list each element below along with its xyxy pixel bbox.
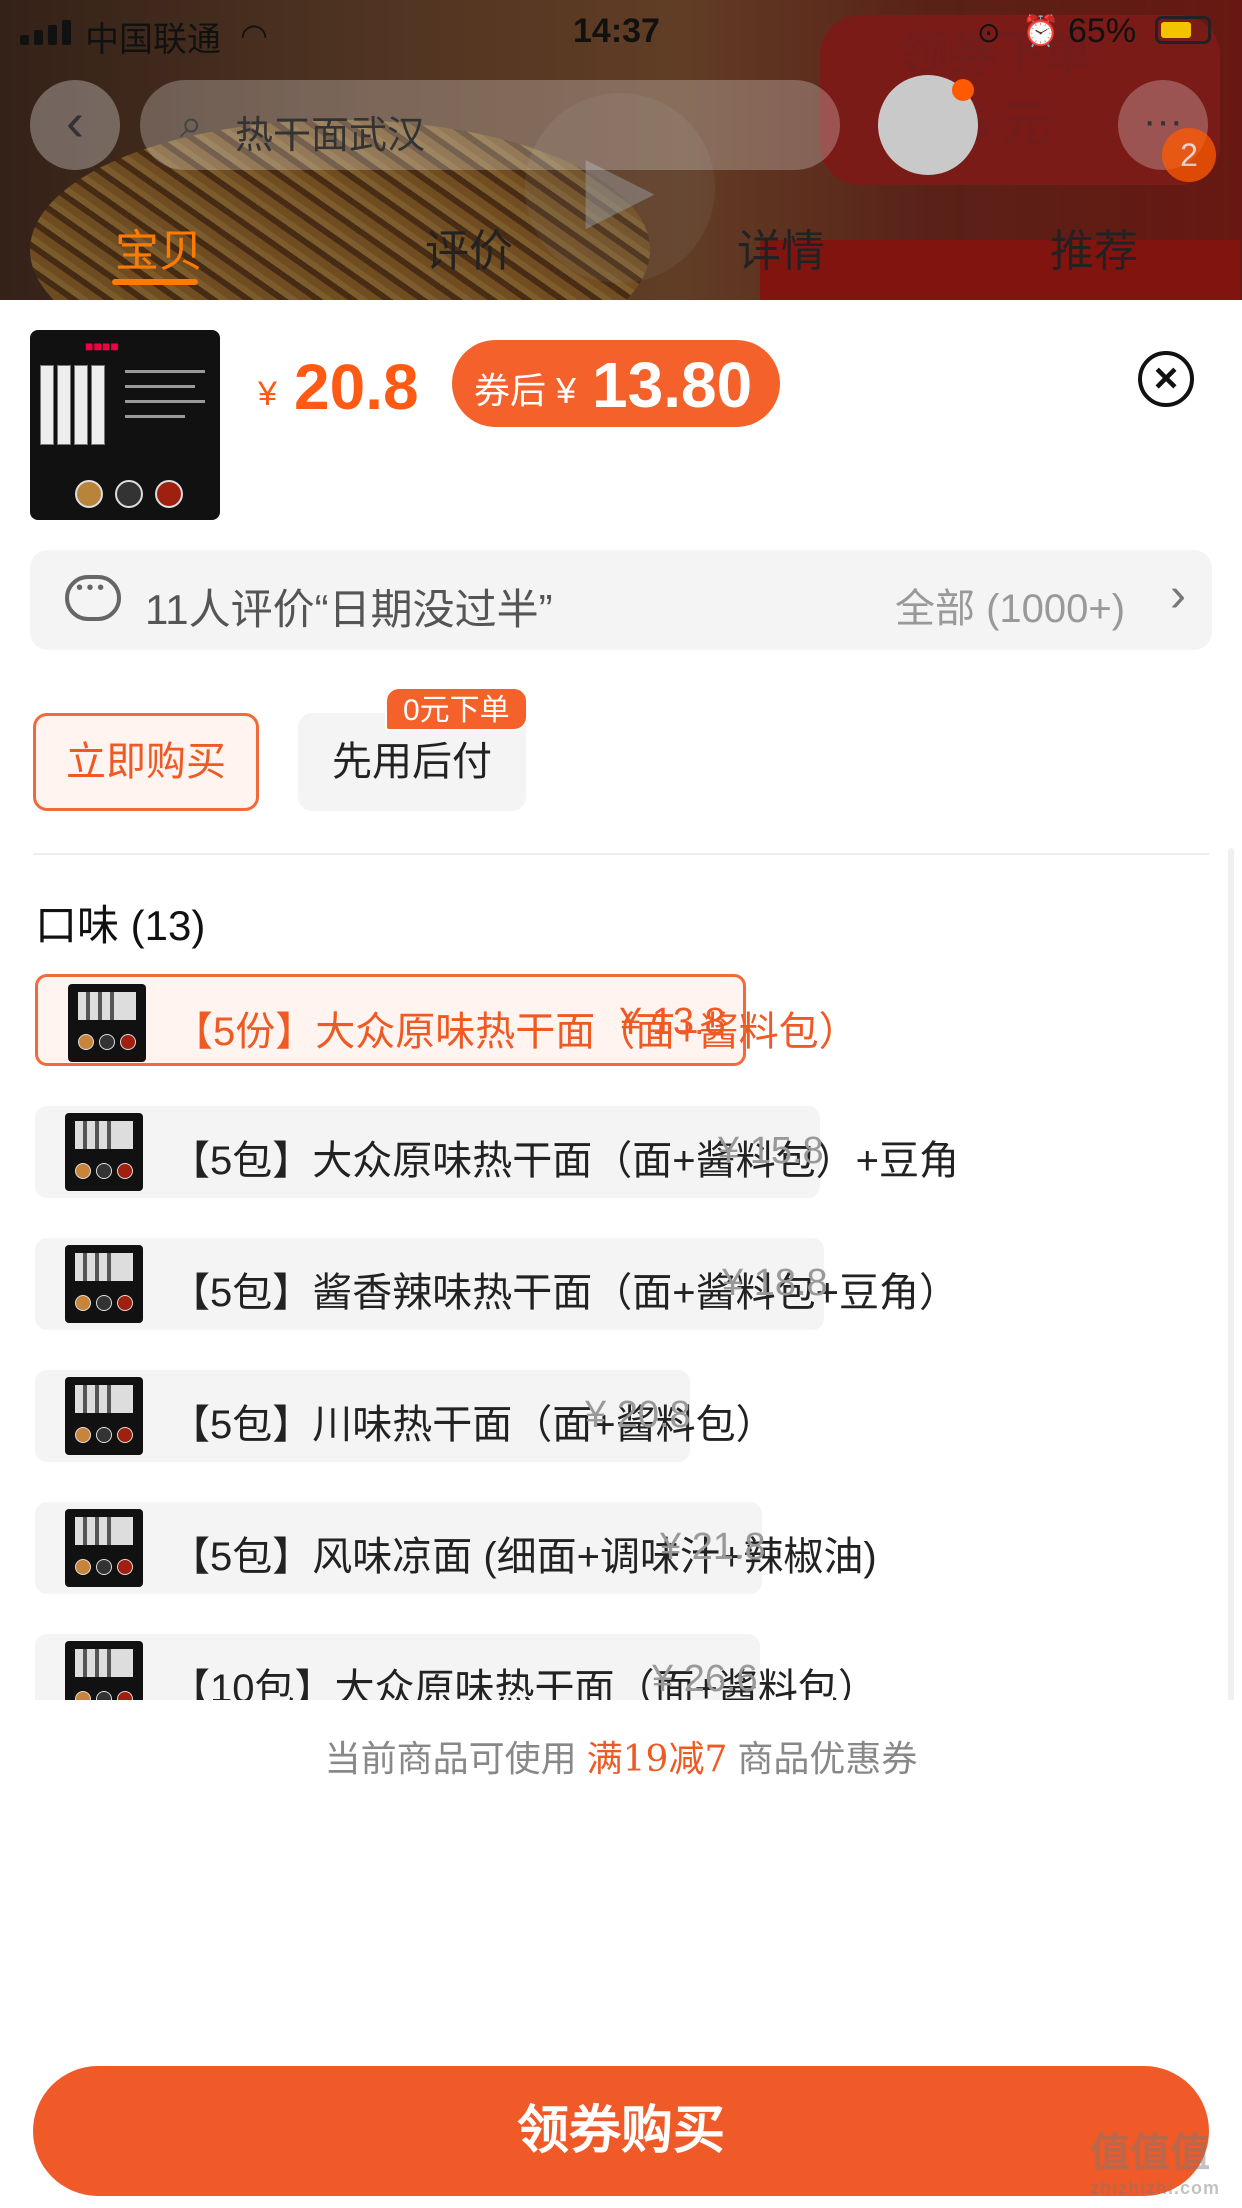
flavor-price: ¥ 21.8 bbox=[660, 1526, 766, 1568]
flavor-option[interactable]: 【5包】大众原味热干面（面+酱料包）+豆角 ¥ 15.8 bbox=[35, 1106, 959, 1198]
flavor-option[interactable]: 【5包】川味热干面（面+酱料包） ¥ 20.8 bbox=[35, 1370, 776, 1462]
assistant-avatar[interactable] bbox=[878, 75, 978, 175]
search-bar[interactable]: ⌕ 热干面武汉 bbox=[140, 80, 840, 170]
thumbnail-bowl bbox=[120, 1034, 136, 1050]
thumbnail-packs bbox=[75, 1253, 133, 1281]
thumbnail-bowl bbox=[75, 1163, 91, 1179]
flavor-name: 【5包】酱香辣味热干面（面+酱料包+豆角） bbox=[170, 1271, 959, 1315]
get-coupon-buy-button[interactable]: 领券购买 bbox=[33, 2066, 1209, 2196]
thumbnail-bowl bbox=[75, 1559, 91, 1575]
battery-icon bbox=[1155, 16, 1211, 44]
tab-reviews[interactable]: 评价 bbox=[425, 215, 513, 279]
coupon-note: 当前商品可使用 满19减7 商品优惠券 bbox=[0, 1730, 1242, 1782]
coupon-note-after: 商品优惠券 bbox=[737, 1738, 918, 1779]
coupon-note-before: 当前商品可使用 bbox=[324, 1738, 577, 1779]
top-nav: ‹ ⌕ 热干面武汉 ··· 2 bbox=[0, 70, 1242, 182]
thumbnail-bowl bbox=[96, 1295, 112, 1311]
watermark: 值值值 zhizhizhi.com bbox=[1090, 2120, 1220, 2199]
flavor-thumbnail bbox=[65, 1509, 143, 1587]
flavor-price: ¥ 15.8 bbox=[718, 1130, 824, 1172]
thumbnail-bowl bbox=[117, 1163, 133, 1179]
thumbnail-packs bbox=[75, 1517, 133, 1545]
watermark-site: zhizhizhi.com bbox=[1090, 2178, 1220, 2198]
coupon-note-highlight: 满19减7 bbox=[586, 1739, 728, 1780]
rotation-lock-icon: ⊙ bbox=[977, 17, 1001, 48]
thumbnail-bowl bbox=[78, 1034, 94, 1050]
tab-details[interactable]: 详情 bbox=[737, 215, 825, 279]
flavor-price: ¥ 20.8 bbox=[585, 1394, 691, 1436]
watermark-logo: 值值值 bbox=[1090, 2131, 1210, 2175]
thumbnail-bowl bbox=[96, 1559, 112, 1575]
search-icon: ⌕ bbox=[180, 102, 203, 146]
thumbnail-bowl bbox=[117, 1427, 133, 1443]
alarm-icon: ⏰ bbox=[1022, 15, 1060, 48]
thumbnail-bowl bbox=[117, 1295, 133, 1311]
back-button[interactable]: ‹ bbox=[30, 80, 120, 170]
wifi-icon: ◠ bbox=[240, 17, 268, 53]
flavor-name: 【5包】风味凉面 (细面+调味汁+辣椒油) bbox=[170, 1535, 877, 1579]
thumbnail-bowl bbox=[117, 1559, 133, 1575]
flavor-option[interactable]: 【5包】酱香辣味热干面（面+酱料包+豆角） ¥ 18.8 bbox=[35, 1238, 959, 1330]
flavor-price: ¥ 13.8 bbox=[620, 1001, 726, 1043]
thumbnail-packs bbox=[75, 1649, 133, 1677]
thumbnail-bowl bbox=[96, 1163, 112, 1179]
tab-underline bbox=[112, 279, 198, 285]
notification-dot bbox=[952, 79, 974, 101]
flavor-price: ¥ 26.6 bbox=[652, 1658, 758, 1700]
flavor-thumbnail bbox=[65, 1377, 143, 1455]
flavor-name: 【5包】大众原味热干面（面+酱料包）+豆角 bbox=[170, 1139, 959, 1183]
thumbnail-packs bbox=[75, 1121, 133, 1149]
tab-recommend[interactable]: 推荐 bbox=[1050, 215, 1138, 279]
flavor-option[interactable]: 【5包】风味凉面 (细面+调味汁+辣椒油) ¥ 21.8 bbox=[35, 1502, 877, 1594]
signal-icon bbox=[20, 20, 71, 45]
thumbnail-bowl bbox=[75, 1427, 91, 1443]
flavor-option[interactable]: 【5份】大众原味热干面（面+酱料包） ¥ 13.8 bbox=[35, 974, 859, 1066]
sku-sheet: ■■■■ ¥ 20.8 券后 ¥ 13.80 × 11人评价“日期没过半” 全部… bbox=[0, 300, 1242, 2208]
flavor-thumbnail bbox=[65, 1113, 143, 1191]
thumbnail-packs bbox=[75, 1385, 133, 1413]
flavor-thumbnail bbox=[65, 1245, 143, 1323]
search-text: 热干面武汉 bbox=[235, 115, 426, 157]
flavor-name: 【5份】大众原味热干面（面+酱料包） bbox=[173, 1010, 859, 1054]
clock: 14:37 bbox=[573, 12, 660, 50]
status-bar: 中国联通 ◠ 14:37 ⊙ ⏰ 65% bbox=[0, 0, 1242, 62]
carrier: 中国联通 bbox=[85, 21, 221, 59]
thumbnail-bowl bbox=[96, 1427, 112, 1443]
flavor-thumbnail bbox=[68, 984, 146, 1062]
battery-percent: 65% bbox=[1068, 12, 1137, 50]
flavor-price: ¥ 18.8 bbox=[722, 1262, 828, 1304]
thumbnail-bowl bbox=[75, 1295, 91, 1311]
thumbnail-packs bbox=[78, 992, 136, 1020]
thumbnail-bowl bbox=[99, 1034, 115, 1050]
cart-badge: 2 bbox=[1162, 128, 1216, 182]
tab-item[interactable]: 宝贝 bbox=[115, 215, 203, 279]
